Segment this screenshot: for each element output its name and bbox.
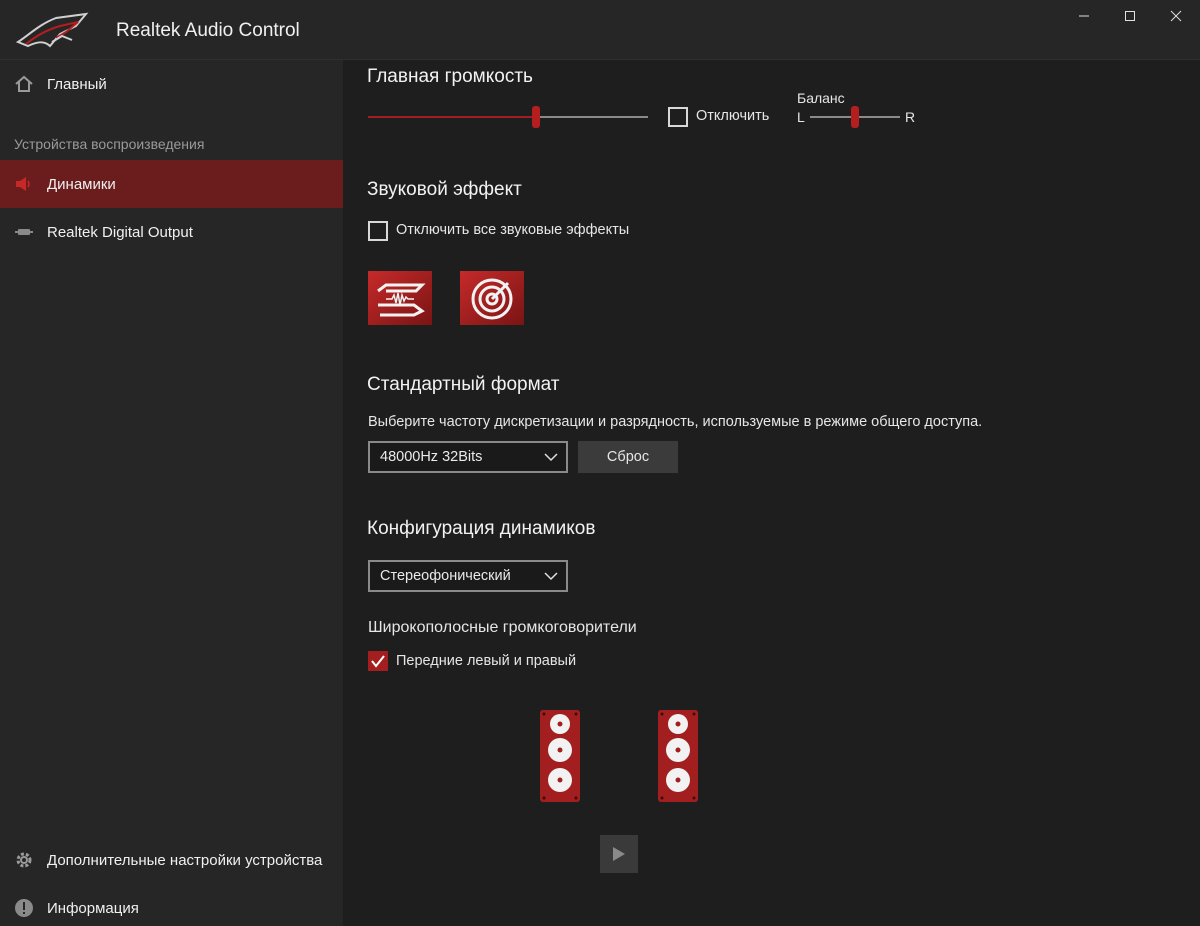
sonic-radar-icon: [460, 271, 524, 325]
section-header-playback: Устройства воспроизведения: [14, 136, 205, 152]
sidebar-item-digital-output[interactable]: Realtek Digital Output: [0, 208, 343, 256]
speaker-config-select[interactable]: Стереофонический: [368, 560, 568, 592]
digital-output-icon: [15, 229, 33, 235]
balance-right-label: R: [905, 109, 916, 125]
sonic-radar-button[interactable]: [460, 271, 524, 325]
front-left-right-label: Передние левый и правый: [396, 653, 577, 669]
sound-effect-title: Звуковой эффект: [367, 179, 522, 200]
speaker-cabinet-icon: [658, 710, 698, 802]
close-button[interactable]: [1153, 0, 1199, 32]
speaker-front-left[interactable]: [539, 709, 581, 803]
mute-label: Отключить: [696, 108, 770, 124]
sidebar-item-advanced-settings[interactable]: Дополнительные настройки устройства: [0, 836, 343, 884]
disable-effects-checkbox[interactable]: [368, 221, 388, 241]
balance-thumb[interactable]: [851, 106, 859, 128]
home-icon: [15, 75, 33, 92]
rog-logo-icon: [16, 12, 89, 48]
sidebar-item-info[interactable]: Информация: [0, 884, 343, 926]
sample-rate-value: 48000Hz 32Bits: [380, 449, 483, 465]
sidebar-item-label: Главный: [47, 75, 107, 93]
default-format-description: Выберите частоту дискретизации и разрядн…: [368, 414, 983, 430]
fullrange-speakers-title: Широкополосные громкоговорители: [368, 619, 637, 636]
balance-left-label: L: [797, 109, 805, 125]
volume-fill: [368, 116, 536, 118]
checkmark-icon: [371, 655, 385, 668]
maximize-button[interactable]: [1107, 0, 1153, 32]
chevron-down-icon: [544, 572, 558, 581]
speaker-config-title: Конфигурация динамиков: [367, 518, 596, 539]
sidebar-item-label: Дополнительные настройки устройства: [47, 851, 323, 869]
main-panel: Главная громкость Отключить Баланс L R З…: [343, 60, 1200, 926]
sidebar-item-label: Динамики: [47, 175, 116, 193]
title-bar: Realtek Audio Control: [0, 0, 1200, 60]
chevron-down-icon: [544, 453, 558, 462]
volume-slider[interactable]: [368, 104, 648, 128]
minimize-icon: [1079, 15, 1089, 17]
speaker-cabinet-icon: [540, 710, 580, 802]
default-format-title: Стандартный формат: [367, 374, 560, 395]
volume-thumb[interactable]: [532, 106, 540, 128]
speaker-front-right[interactable]: [657, 709, 699, 803]
speaker-config-value: Стереофонический: [380, 568, 511, 584]
play-icon: [613, 847, 625, 861]
balance-label: Баланс: [797, 90, 845, 106]
gear-icon: [16, 852, 32, 868]
mute-checkbox[interactable]: [668, 107, 688, 127]
sidebar-item-label: Realtek Digital Output: [47, 223, 193, 241]
close-icon: [1170, 10, 1182, 22]
sidebar-item-home[interactable]: Главный: [0, 60, 343, 108]
sonic-studio-button[interactable]: [368, 271, 432, 325]
sidebar: Главный Устройства воспроизведения Динам…: [0, 60, 343, 926]
info-icon: [15, 899, 33, 917]
sample-rate-select[interactable]: 48000Hz 32Bits: [368, 441, 568, 473]
master-volume-title: Главная громкость: [367, 66, 533, 87]
disable-effects-label: Отключить все звуковые эффекты: [396, 222, 630, 238]
balance-slider[interactable]: [810, 105, 900, 129]
sonic-studio-icon: [368, 271, 432, 325]
sidebar-item-label: Информация: [47, 899, 139, 917]
reset-button[interactable]: Сброс: [578, 441, 678, 473]
test-play-button[interactable]: [600, 835, 638, 873]
minimize-button[interactable]: [1061, 0, 1107, 32]
speaker-icon: [16, 177, 30, 191]
front-left-right-checkbox[interactable]: [368, 651, 388, 671]
sidebar-item-speakers[interactable]: Динамики: [0, 160, 343, 208]
maximize-icon: [1125, 11, 1135, 21]
app-title: Realtek Audio Control: [116, 20, 300, 41]
